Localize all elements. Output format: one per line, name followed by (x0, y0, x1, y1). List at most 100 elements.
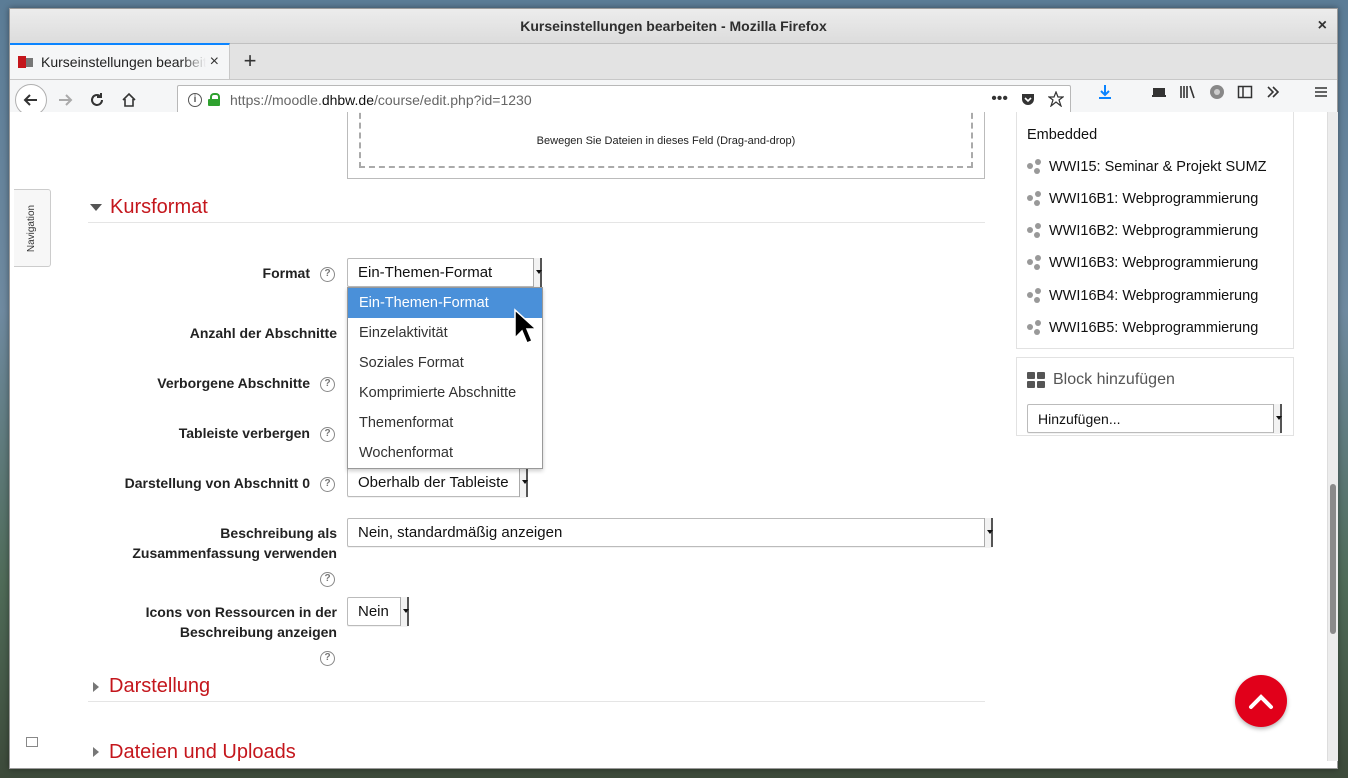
filepicker-container: Bewegen Sie Dateien in dieses Feld (Drag… (347, 112, 985, 179)
darstellung-abschnitt0-label: Darstellung von Abschnitt 0 (124, 475, 310, 491)
bookmark-star-icon[interactable] (1048, 91, 1064, 107)
overflow-chevron-icon[interactable] (1265, 84, 1281, 100)
section-title: Darstellung (109, 675, 211, 697)
format-select-value: Ein-Themen-Format (358, 264, 493, 281)
url-prefix: https://moodle. (230, 91, 322, 108)
sidebar-link[interactable]: WWI16B1: Webprogrammierung (1027, 191, 1258, 207)
scrollbar-thumb[interactable] (1330, 484, 1336, 634)
sidebar-link[interactable]: WWI16B4: Webprogrammierung (1027, 288, 1258, 304)
collapse-caret-icon (93, 681, 99, 692)
sidebar-link[interactable]: WWI16B2: Webprogrammierung (1027, 223, 1258, 239)
sidebar-link-label: WWI16B2: Webprogrammierung (1049, 223, 1259, 239)
tableiste-verbergen-label: Tableiste verbergen (178, 425, 310, 441)
beschreibung-select-value: Nein, standardmäßig anzeigen (358, 524, 563, 541)
collapse-caret-icon (93, 747, 99, 757)
sidebar-link-label: WWI15: Seminar & Projekt SUMZ (1049, 159, 1267, 175)
pocket-icon[interactable] (1020, 91, 1036, 107)
dropzone-hint: Bewegen Sie Dateien in dieses Feld (Drag… (536, 135, 796, 147)
back-arrow-icon (23, 93, 37, 106)
reload-button[interactable] (81, 84, 113, 116)
moodle-favicon-icon (18, 56, 34, 68)
mouse-cursor-icon (514, 308, 538, 344)
tab-strip: Kurseinstellungen bearbeiten × + (10, 43, 1337, 80)
sidebar-link[interactable]: WWI16B3: Webprogrammierung (1027, 255, 1258, 271)
page-actions-icon[interactable]: ••• (991, 90, 1008, 108)
abschnitt0-select-value: Oberhalb der Tableiste (358, 474, 509, 491)
chevron-down-icon (533, 258, 542, 287)
share-icon (1027, 223, 1043, 239)
verborgene-abschnitte-label: Verborgene Abschnitte (157, 375, 310, 391)
section-dateien[interactable]: Dateien und Uploads (88, 737, 985, 761)
forward-button[interactable] (49, 84, 81, 116)
help-icon[interactable]: ? (320, 651, 335, 666)
page-content: Bewegen Sie Dateien in dieses Feld (Drag… (10, 112, 1328, 761)
add-block-select[interactable]: Hinzufügen... (1027, 404, 1282, 433)
info-icon[interactable]: i (188, 92, 202, 107)
sidebar-link[interactable]: WWI16B5: Webprogrammierung (1027, 320, 1258, 336)
share-icon (1027, 288, 1043, 304)
library-icon[interactable] (1179, 84, 1197, 100)
section-darstellung[interactable]: Darstellung (88, 672, 985, 702)
window-title: Kurseinstellungen bearbeiten - Mozilla F… (520, 18, 827, 34)
page-scrollbar[interactable] (1327, 112, 1338, 761)
sidebar-link[interactable]: WWI15: Seminar & Projekt SUMZ (1027, 159, 1267, 175)
share-icon (1027, 320, 1043, 336)
format-option[interactable]: Wochenformat (348, 438, 542, 468)
beschreibung-label-line1: Beschreibung als (220, 525, 337, 541)
lock-icon[interactable] (208, 93, 220, 106)
help-icon[interactable]: ? (320, 427, 335, 442)
help-icon[interactable]: ? (320, 572, 335, 587)
download-icon[interactable] (1097, 84, 1113, 100)
expand-caret-icon (90, 204, 102, 211)
icons-label-line1: Icons von Ressourcen in der (145, 604, 337, 620)
beschreibung-label-line2: Zusammenfassung verwenden (132, 545, 337, 561)
window-close-button[interactable]: × (1318, 17, 1327, 35)
section-title: Dateien und Uploads (109, 740, 296, 762)
embedded-block: Embedded WWI15: Seminar & Projekt SUMZ W… (1016, 112, 1294, 349)
file-dropzone[interactable]: Bewegen Sie Dateien in dieses Feld (Drag… (359, 112, 973, 168)
url-domain: dhbw.de (321, 91, 374, 108)
help-icon[interactable]: ? (320, 267, 335, 282)
reload-icon (91, 92, 103, 106)
tab-close-icon[interactable]: × (210, 53, 219, 71)
scroll-to-top-button[interactable] (1235, 675, 1287, 727)
new-tab-button[interactable]: + (230, 43, 270, 79)
screenshot-icon[interactable] (1151, 84, 1167, 100)
format-option[interactable]: Komprimierte Abschnitte (348, 378, 542, 408)
title-bar: Kurseinstellungen bearbeiten - Mozilla F… (10, 9, 1337, 44)
add-block-title-label: Block hinzufügen (1053, 371, 1175, 388)
toolbar-right (1097, 84, 1329, 100)
sidebar-link-label: WWI16B4: Webprogrammierung (1049, 288, 1259, 304)
share-icon (1027, 255, 1043, 271)
help-icon[interactable]: ? (320, 477, 335, 492)
forward-arrow-icon (59, 93, 73, 106)
url-path: /course/edit.php?id=1230 (374, 91, 532, 108)
help-icon[interactable]: ? (320, 377, 335, 392)
format-select[interactable]: Ein-Themen-Format (347, 258, 542, 287)
section-kursformat[interactable]: Kursformat (88, 193, 985, 223)
sidebar-link-label: WWI16B1: Webprogrammierung (1049, 191, 1259, 207)
dock-block-icon[interactable] (26, 737, 38, 747)
hamburger-menu-icon[interactable] (1313, 84, 1329, 100)
share-icon (1027, 191, 1043, 207)
tab-title: Kurseinstellungen bearbeiten (41, 54, 206, 70)
chevron-down-icon (519, 468, 528, 497)
abschnitt0-select[interactable]: Oberhalb der Tableiste (347, 468, 528, 497)
sidebar-toggle-icon[interactable] (1237, 84, 1253, 100)
anzahl-abschnitte-label: Anzahl der Abschnitte (189, 325, 337, 341)
home-button[interactable] (113, 84, 145, 116)
url-bar[interactable]: i https://moodle. dhbw.de/course/edit.php… (177, 85, 1071, 114)
navigation-drawer-toggle[interactable]: Navigation (14, 189, 51, 267)
sidebar-link-label: WWI16B3: Webprogrammierung (1049, 255, 1259, 271)
tab-active[interactable]: Kurseinstellungen bearbeiten × (10, 43, 230, 79)
beschreibung-label: Beschreibung als Zusammenfassung verwend… (90, 523, 337, 563)
share-icon (1027, 159, 1043, 175)
format-option[interactable]: Soziales Format (348, 348, 542, 378)
home-icon (122, 92, 136, 107)
icons-select[interactable]: Nein (347, 597, 409, 626)
beschreibung-select[interactable]: Nein, standardmäßig anzeigen (347, 518, 993, 547)
format-option[interactable]: Themenformat (348, 408, 542, 438)
chevron-up-icon (1249, 694, 1273, 709)
back-button[interactable] (15, 83, 47, 116)
extension-icon[interactable] (1209, 84, 1225, 100)
